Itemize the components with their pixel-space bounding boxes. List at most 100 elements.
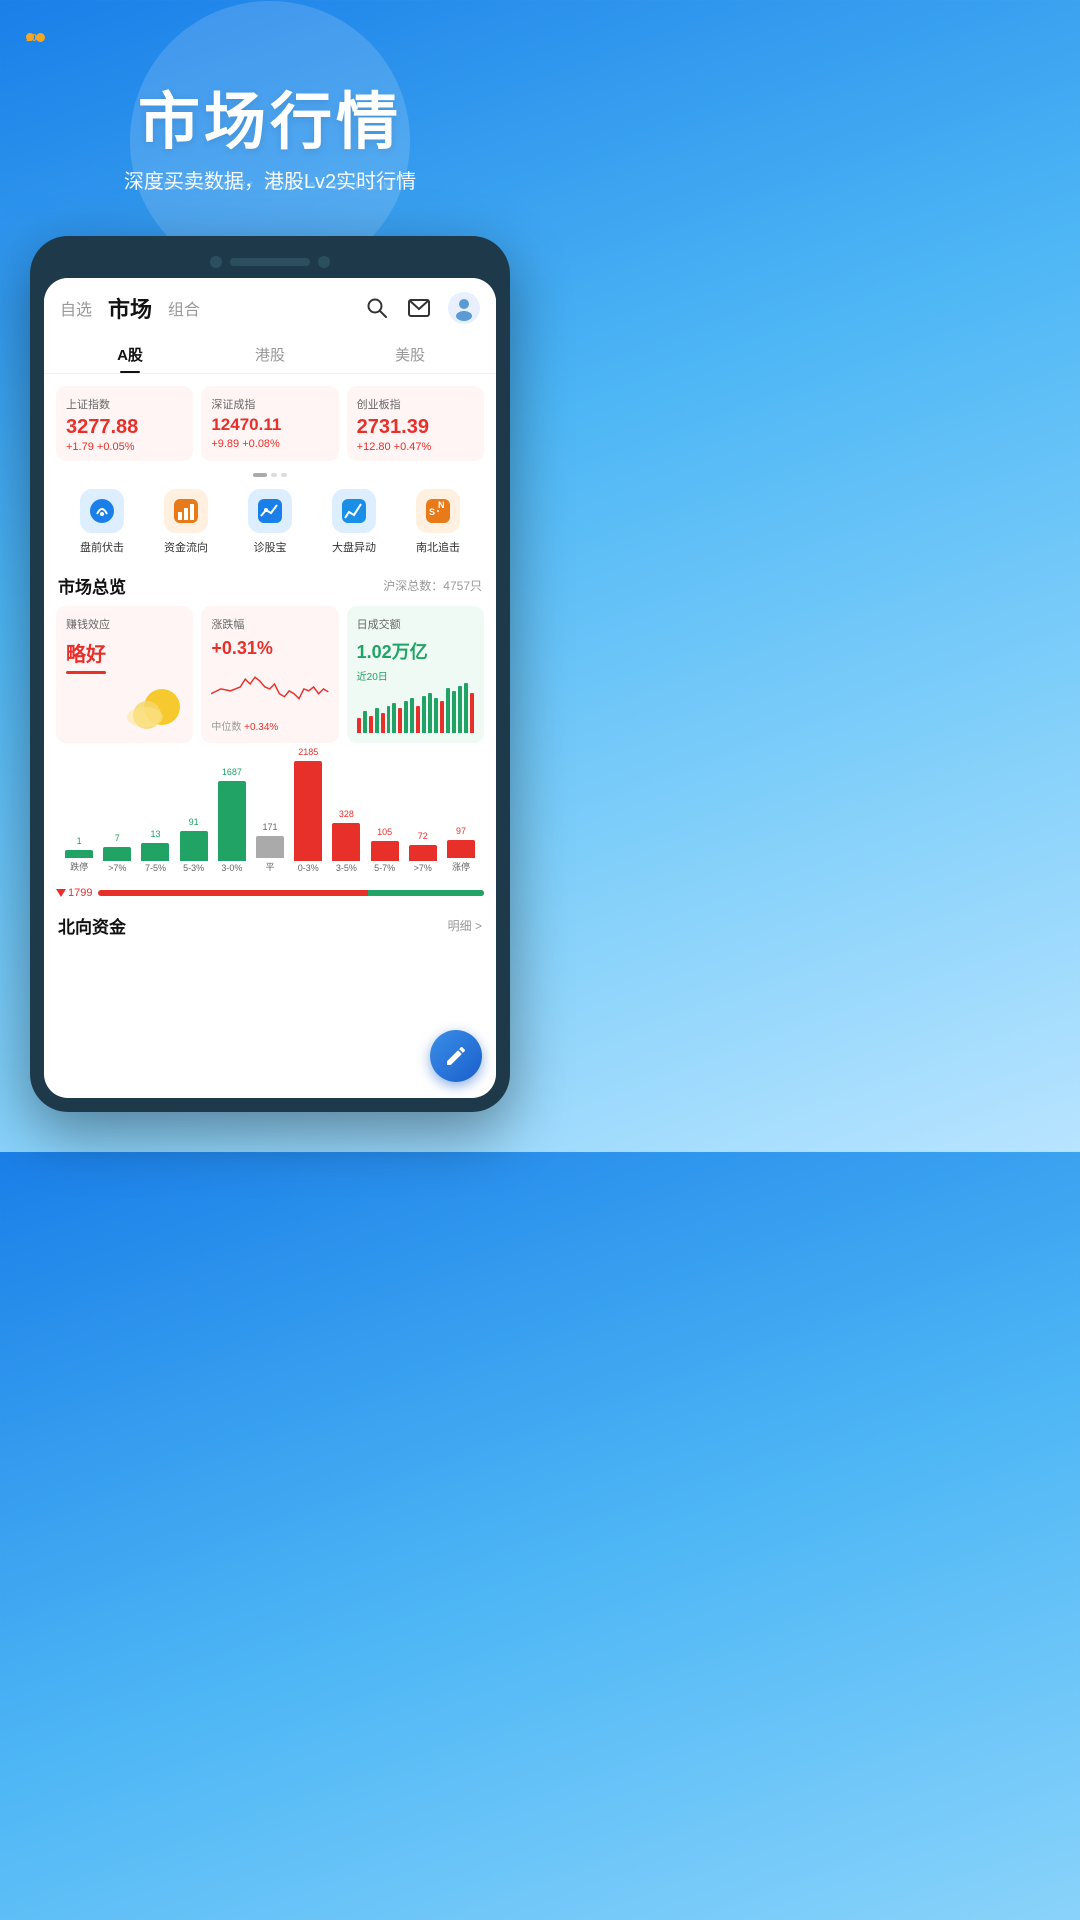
tab-us-stock[interactable]: 美股 — [340, 334, 480, 373]
phone-speaker — [230, 258, 310, 266]
header-icons — [364, 292, 480, 324]
ov-card-title-3: 日成交额 — [357, 616, 474, 632]
bar-col-11: 97 涨停 — [442, 826, 480, 873]
progress-bar-track — [98, 890, 484, 896]
pagination-dots — [44, 469, 496, 481]
zhengubao-icon — [248, 489, 292, 533]
dot-2 — [271, 473, 277, 477]
ov-card-title-1: 赚钱效应 — [66, 616, 183, 632]
bar-rect-2 — [103, 847, 131, 861]
tool-label-5: 南北追击 — [416, 539, 460, 555]
bar-col-8: 328 3-5% — [327, 809, 365, 873]
avatar[interactable] — [448, 292, 480, 324]
index-change-3: +12.80 +0.47% — [357, 441, 474, 453]
bar-rect-7 — [294, 761, 322, 861]
ov-card-value-1: 略好 — [66, 638, 183, 667]
bar-rect-9 — [371, 841, 399, 861]
index-value-2: 12470.11 — [211, 416, 328, 435]
ov-card-change[interactable]: 涨跌幅 +0.31% 中位数 +0.34% — [201, 606, 338, 743]
tool-panqian[interactable]: 盘前伏击 — [80, 489, 124, 555]
bar-rect-10 — [409, 845, 437, 861]
dapaiyidong-icon — [332, 489, 376, 533]
bar-rect-5 — [218, 781, 246, 861]
bar-col-9: 105 5-7% — [366, 827, 404, 873]
ov-card-title-2: 涨跌幅 — [211, 616, 328, 632]
phone-notch-area — [44, 250, 496, 278]
index-name-1: 上证指数 — [66, 396, 183, 412]
fab-button[interactable] — [430, 1030, 482, 1082]
nav-tab-shichang[interactable]: 市场 — [108, 292, 152, 324]
index-name-2: 深证成指 — [211, 396, 328, 412]
hero-subtitle: 深度买卖数据，港股Lv2实时行情 — [0, 165, 540, 194]
bar-rect-4 — [180, 831, 208, 861]
market-overview-title: 市场总览 — [58, 573, 126, 598]
bar-col-3: 13 7-5% — [136, 829, 174, 873]
bar-col-6: 171 平 — [251, 822, 289, 873]
version-dot — [36, 33, 45, 42]
phone-container: 自选 市场 组合 — [0, 236, 540, 1112]
tool-zhengubao[interactable]: 诊股宝 — [248, 489, 292, 555]
nav-tab-zuhe[interactable]: 组合 — [168, 296, 200, 320]
volume-bars — [357, 683, 474, 733]
phone-frame: 自选 市场 组合 — [30, 236, 510, 1112]
index-change-1: +1.79 +0.05% — [66, 441, 183, 453]
bar-chart-section: 1 跌停 7 >7% 13 7-5% 91 — [44, 753, 496, 883]
down-count: 1799 — [56, 887, 92, 899]
ov-card-value-2: +0.31% — [211, 638, 328, 659]
progress-bar-fill — [368, 890, 484, 896]
dot-1 — [253, 473, 267, 477]
dot-3 — [281, 473, 287, 477]
svg-text:S: S — [429, 507, 435, 517]
ov-card-value-3: 1.02万亿 — [357, 638, 474, 664]
index-card-shanghai[interactable]: 上证指数 3277.88 +1.79 +0.05% — [56, 386, 193, 461]
north-section: 北向资金 明细 > — [44, 905, 496, 942]
bar-col-4: 91 5-3% — [175, 817, 213, 873]
ov-card-money[interactable]: 赚钱效应 略好 — [56, 606, 193, 743]
bottom-progress: 1799 — [44, 883, 496, 905]
tab-hk-stock[interactable]: 港股 — [200, 334, 340, 373]
tab-a-stock[interactable]: A股 — [60, 334, 200, 373]
market-overview-subtitle: 沪深总数：4757只 — [383, 577, 482, 594]
ov-card-volume[interactable]: 日成交额 1.02万亿 近20日 — [347, 606, 484, 743]
tool-nanbei[interactable]: S N 南北追击 — [416, 489, 460, 555]
north-title: 北向资金 — [58, 913, 126, 938]
index-card-shenzhen[interactable]: 深证成指 12470.11 +9.89 +0.08% — [201, 386, 338, 461]
north-detail[interactable]: 明细 > — [448, 917, 482, 934]
phone-screen: 自选 市场 组合 — [44, 278, 496, 1098]
tool-label-4: 大盘异动 — [332, 539, 376, 555]
app-header: 自选 市场 组合 — [44, 278, 496, 334]
stock-tabs: A股 港股 美股 — [44, 334, 496, 374]
bar-col-5: 1687 3-0% — [213, 767, 251, 873]
tool-label-3: 诊股宝 — [254, 539, 287, 555]
index-value-3: 2731.39 — [357, 416, 474, 438]
bar-col-1: 1 跌停 — [60, 836, 98, 873]
svg-text:N: N — [438, 500, 445, 510]
mini-chart — [211, 659, 328, 709]
index-change-2: +9.89 +0.08% — [211, 438, 328, 450]
mail-icon[interactable] — [406, 295, 432, 321]
bar-col-10: 72 >7% — [404, 831, 442, 873]
ov-card-subtitle-2: 中位数 +0.34% — [211, 718, 328, 733]
hero-section: 市场行情 深度买卖数据，港股Lv2实时行情 深度买卖数据，港股Lv2实时行情 — [0, 61, 540, 236]
bar-rect-6 — [256, 836, 284, 858]
bar-rect-1 — [65, 850, 93, 858]
ov-card-subtitle-3: 近20日 — [357, 668, 474, 683]
bottom-area — [0, 1112, 540, 1152]
nav-tabs-main: 自选 市场 组合 — [60, 292, 364, 324]
nav-tab-zixuan[interactable]: 自选 — [60, 296, 92, 320]
sun-icon — [127, 675, 187, 735]
index-value-1: 3277.88 — [66, 416, 183, 438]
overview-cards: 赚钱效应 略好 涨跌幅 +0.31% — [44, 606, 496, 753]
index-card-gem[interactable]: 创业板指 2731.39 +12.80 +0.47% — [347, 386, 484, 461]
bar-col-2: 7 >7% — [98, 833, 136, 873]
search-icon[interactable] — [364, 295, 390, 321]
nanbei-icon: S N — [416, 489, 460, 533]
tool-icons: 盘前伏击 资金流向 — [44, 481, 496, 569]
tool-zijin[interactable]: 资金流向 — [164, 489, 208, 555]
tool-dapaiyidong[interactable]: 大盘异动 — [332, 489, 376, 555]
index-cards: 上证指数 3277.88 +1.79 +0.05% 深证成指 12470.11 … — [44, 374, 496, 469]
tool-label-2: 资金流向 — [164, 539, 208, 555]
zijin-icon — [164, 489, 208, 533]
phone-camera-left — [210, 256, 222, 268]
index-name-3: 创业板指 — [357, 396, 474, 412]
